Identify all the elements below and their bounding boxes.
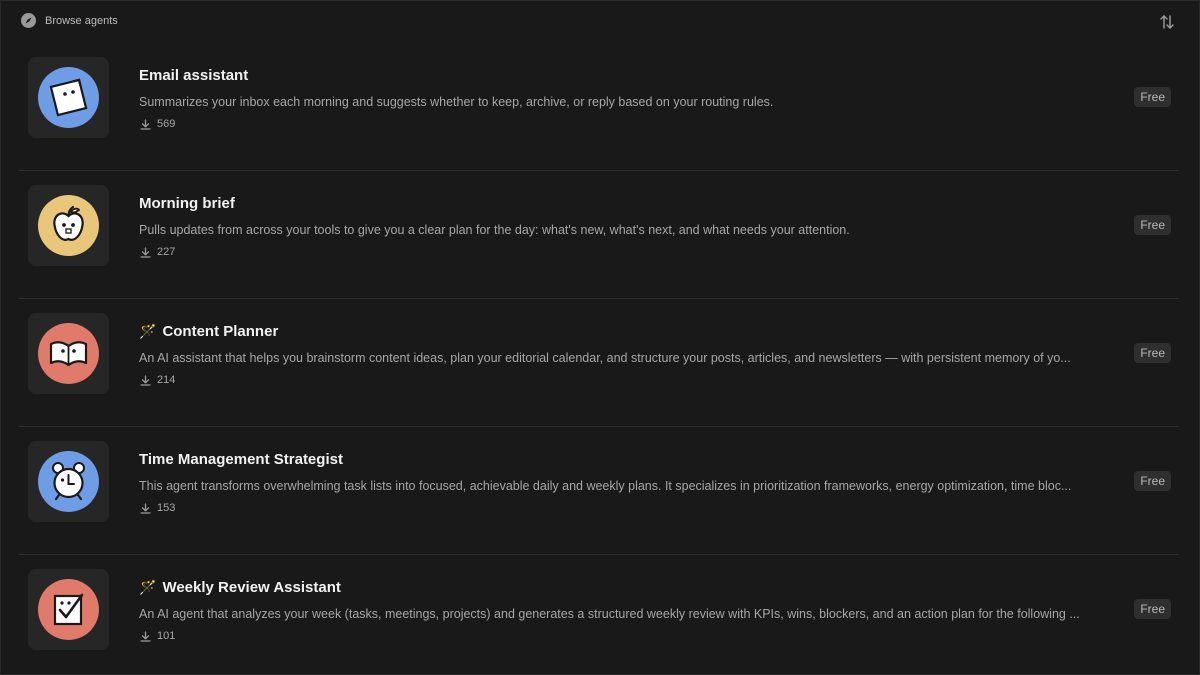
download-count-value: 153 <box>157 502 176 514</box>
sort-icon[interactable] <box>1158 13 1176 31</box>
agent-row-weekly-review-assistant[interactable]: 🪄 Weekly Review Assistant An AI agent th… <box>19 555 1179 674</box>
agent-row-content-planner[interactable]: 🪄 Content Planner An AI assistant that h… <box>19 299 1179 427</box>
download-icon <box>140 502 151 514</box>
browse-agents-panel: Browse agents Email assistant Summarizes… <box>0 0 1200 675</box>
note-icon <box>28 57 109 138</box>
download-icon <box>140 374 151 386</box>
agent-description: Pulls updates from across your tools to … <box>139 223 850 237</box>
page-title: Browse agents <box>45 14 118 27</box>
agent-title-text: Time Management Strategist <box>139 451 343 468</box>
agent-title-text: Email assistant <box>139 67 249 84</box>
price-badge[interactable]: Free <box>1134 215 1171 235</box>
agent-description: An AI agent that analyzes your week (tas… <box>139 607 1080 621</box>
agent-title: Email assistant <box>139 67 248 84</box>
agent-title-text: Morning brief <box>139 195 235 212</box>
magic-wand-icon: 🪄 <box>139 323 157 339</box>
download-count-value: 569 <box>157 118 176 130</box>
compass-icon <box>21 13 36 28</box>
header: Browse agents <box>1 1 1199 43</box>
download-count: 227 <box>140 246 175 258</box>
agent-row-morning-brief[interactable]: Morning brief Pulls updates from across … <box>19 171 1179 299</box>
download-icon <box>140 630 151 642</box>
price-badge[interactable]: Free <box>1134 471 1171 491</box>
agent-description: Summarizes your inbox each morning and s… <box>139 95 774 109</box>
price-badge[interactable]: Free <box>1134 343 1171 363</box>
apple-icon <box>28 185 109 266</box>
magic-wand-icon: 🪄 <box>139 579 157 595</box>
agent-description: An AI assistant that helps you brainstor… <box>139 351 1071 365</box>
price-badge[interactable]: Free <box>1134 87 1171 107</box>
agent-title: Time Management Strategist <box>139 451 343 468</box>
download-count: 569 <box>140 118 175 130</box>
price-badge[interactable]: Free <box>1134 599 1171 619</box>
download-count-value: 214 <box>157 374 176 386</box>
download-count: 214 <box>140 374 175 386</box>
book-icon <box>28 313 109 394</box>
agent-title: Morning brief <box>139 195 235 212</box>
download-count: 153 <box>140 502 175 514</box>
agent-row-time-management-strategist[interactable]: Time Management Strategist This agent tr… <box>19 427 1179 555</box>
download-count-value: 227 <box>157 246 176 258</box>
download-count: 101 <box>140 630 175 642</box>
agent-row-email-assistant[interactable]: Email assistant Summarizes your inbox ea… <box>19 43 1179 171</box>
agent-list: Email assistant Summarizes your inbox ea… <box>19 43 1179 674</box>
download-count-value: 101 <box>157 630 176 642</box>
download-icon <box>140 118 151 130</box>
agent-title: 🪄 Content Planner <box>139 323 278 340</box>
browse-agents-heading: Browse agents <box>21 13 118 28</box>
checklist-icon <box>28 569 109 650</box>
agent-title: 🪄 Weekly Review Assistant <box>139 579 341 596</box>
alarm-clock-icon <box>28 441 109 522</box>
agent-title-text: Weekly Review Assistant <box>162 579 341 596</box>
agent-title-text: Content Planner <box>162 323 279 340</box>
download-icon <box>140 246 151 258</box>
agent-description: This agent transforms overwhelming task … <box>139 479 1072 493</box>
